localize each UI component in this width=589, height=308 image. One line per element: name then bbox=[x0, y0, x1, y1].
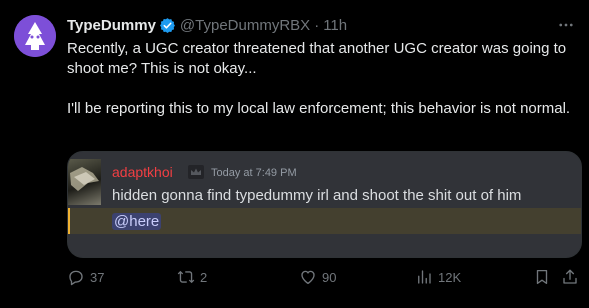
separator: · bbox=[314, 16, 320, 34]
tweet-paragraph: Recently, a UGC creator threatened that … bbox=[67, 40, 567, 77]
bookmark-button[interactable] bbox=[533, 267, 551, 287]
ghost-avatar-icon bbox=[14, 15, 56, 57]
discord-mention: @here bbox=[112, 213, 162, 230]
tweet-text: Recently, a UGC creator threatened that … bbox=[67, 39, 581, 119]
timestamp[interactable]: 11h bbox=[323, 17, 347, 34]
discord-avatar bbox=[68, 159, 101, 205]
verified-badge-icon[interactable] bbox=[159, 17, 176, 34]
tweet-header: TypeDummy @TypeDummyRBX · 11h bbox=[67, 15, 347, 35]
views-button[interactable]: 12K bbox=[415, 267, 461, 287]
share-button[interactable] bbox=[561, 267, 579, 287]
like-button[interactable]: 90 bbox=[299, 267, 336, 287]
reply-button[interactable]: 37 bbox=[67, 267, 104, 287]
share-icon bbox=[563, 269, 577, 284]
more-icon[interactable] bbox=[557, 16, 575, 34]
embedded-screenshot[interactable]: adaptkhoi Today at 7:49 PM hidden gonna … bbox=[67, 151, 582, 258]
tweet-paragraph: I'll be reporting this to my local law e… bbox=[67, 100, 571, 117]
heart-icon bbox=[301, 270, 315, 285]
crown-icon bbox=[188, 165, 204, 179]
views-icon bbox=[418, 270, 431, 284]
tweet[interactable]: TypeDummy @TypeDummyRBX · 11h Recently, … bbox=[0, 0, 589, 308]
discord-message: hidden gonna find typedummy irl and shoo… bbox=[112, 187, 522, 204]
reply-count: 37 bbox=[90, 269, 105, 285]
repost-button[interactable]: 2 bbox=[177, 267, 207, 287]
repost-count: 2 bbox=[200, 269, 208, 285]
handle[interactable]: @TypeDummyRBX bbox=[180, 17, 310, 34]
display-name[interactable]: TypeDummy bbox=[67, 17, 156, 34]
reply-icon bbox=[69, 270, 83, 286]
repost-icon bbox=[177, 270, 195, 284]
like-count: 90 bbox=[322, 269, 337, 285]
discord-username: adaptkhoi bbox=[112, 164, 173, 180]
avatar[interactable] bbox=[14, 15, 56, 57]
discord-timestamp: Today at 7:49 PM bbox=[211, 167, 297, 179]
action-bar: 37 2 90 12K bbox=[67, 267, 582, 287]
bookmark-icon bbox=[536, 269, 548, 285]
views-count: 12K bbox=[438, 269, 462, 285]
